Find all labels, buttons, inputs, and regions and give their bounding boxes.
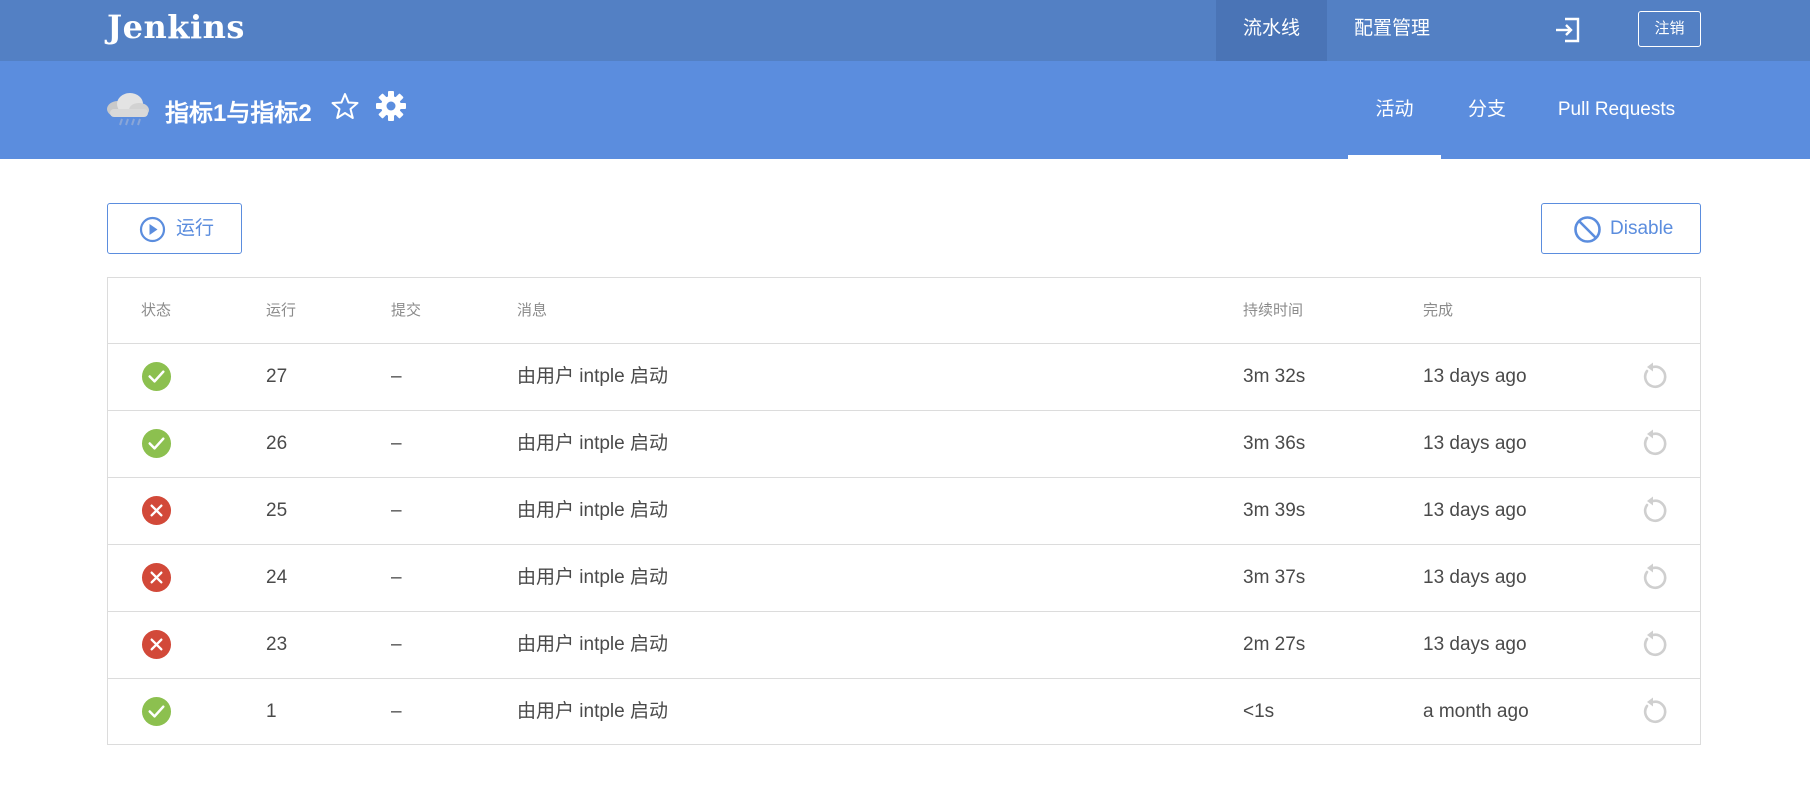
star-outline-icon[interactable] — [330, 91, 360, 121]
success-status-icon — [141, 696, 172, 727]
run-duration: 2m 27s — [1243, 634, 1306, 655]
header-duration: 持续时间 — [1243, 302, 1304, 319]
run-message: 由用户 intple 启动 — [517, 567, 668, 588]
header-run: 运行 — [266, 302, 297, 319]
run-message: 由用户 intple 启动 — [517, 366, 668, 387]
commit-id: – — [391, 701, 402, 722]
table-row[interactable]: 25 – 由用户 intple 启动 3m 39s 13 days ago — [108, 478, 1700, 545]
failure-status-icon — [141, 562, 172, 593]
run-number[interactable]: 27 — [266, 344, 287, 410]
run-message: 由用户 intple 启动 — [517, 433, 668, 454]
run-completed: 13 days ago — [1423, 500, 1527, 521]
active-tab-indicator — [1348, 155, 1441, 159]
header-commit: 提交 — [391, 302, 422, 319]
table-row[interactable]: 24 – 由用户 intple 启动 3m 37s 13 days ago — [108, 545, 1700, 612]
rain-cloud-icon — [107, 93, 149, 126]
table-row[interactable]: 23 – 由用户 intple 启动 2m 27s 13 days ago — [108, 612, 1700, 679]
run-number[interactable]: 25 — [266, 478, 287, 544]
run-duration: 3m 37s — [1243, 567, 1306, 588]
run-number[interactable]: 26 — [266, 411, 287, 477]
table-row[interactable]: 26 – 由用户 intple 启动 3m 36s 13 days ago — [108, 411, 1700, 478]
replay-icon[interactable] — [1638, 496, 1668, 526]
runs-table: 状态 运行 提交 消息 持续时间 完成 27 – 由用户 intple 启动 3m 3… — [107, 277, 1701, 745]
success-status-icon — [141, 361, 172, 392]
table-row[interactable]: 27 – 由用户 intple 启动 3m 32s 13 days ago — [108, 344, 1700, 411]
run-number[interactable]: 24 — [266, 545, 287, 611]
run-button[interactable]: 运行 — [107, 203, 242, 254]
run-message: 由用户 intple 启动 — [517, 701, 668, 722]
logout-button[interactable]: 注销 — [1638, 11, 1701, 47]
run-message: 由用户 intple 启动 — [517, 500, 668, 521]
tab-activity-label: 活动 — [1375, 99, 1414, 120]
run-number[interactable]: 23 — [266, 612, 287, 678]
run-completed: 13 days ago — [1423, 433, 1527, 454]
disable-button-label: Disable — [1610, 218, 1674, 239]
disable-button[interactable]: Disable — [1541, 203, 1701, 254]
table-header: 状态 运行 提交 消息 持续时间 完成 — [108, 278, 1700, 344]
run-button-label: 运行 — [176, 218, 215, 239]
play-circle-icon — [139, 216, 166, 243]
replay-icon[interactable] — [1638, 697, 1668, 727]
run-duration: 3m 39s — [1243, 500, 1306, 521]
header-status: 状态 — [141, 302, 172, 319]
run-message: 由用户 intple 启动 — [517, 634, 668, 655]
commit-id: – — [391, 433, 402, 454]
replay-icon[interactable] — [1638, 630, 1668, 660]
run-duration: 3m 36s — [1243, 433, 1306, 454]
tab-activity[interactable]: 活动 — [1348, 61, 1441, 159]
run-completed: 13 days ago — [1423, 567, 1527, 588]
tab-branches[interactable]: 分支 — [1441, 61, 1533, 159]
pipeline-header: 指标1与指标2 活动 分支 Pull Requests — [0, 61, 1810, 159]
commit-id: – — [391, 634, 402, 655]
commit-id: – — [391, 567, 402, 588]
commit-id: – — [391, 366, 402, 387]
run-completed: a month ago — [1423, 701, 1529, 722]
sign-out-icon[interactable] — [1553, 15, 1583, 45]
jenkins-logo[interactable]: Jenkins — [107, 8, 245, 46]
failure-status-icon — [141, 629, 172, 660]
header-completed: 完成 — [1423, 302, 1454, 319]
ban-icon — [1574, 216, 1601, 243]
nav-administration[interactable]: 配置管理 — [1327, 0, 1457, 61]
nav-pipelines[interactable]: 流水线 — [1216, 0, 1327, 61]
success-status-icon — [141, 428, 172, 459]
table-row[interactable]: 1 – 由用户 intple 启动 <1s a month ago — [108, 679, 1700, 746]
replay-icon[interactable] — [1638, 362, 1668, 392]
header-message: 消息 — [517, 302, 548, 319]
run-completed: 13 days ago — [1423, 634, 1527, 655]
run-number[interactable]: 1 — [266, 679, 277, 745]
commit-id: – — [391, 500, 402, 521]
tab-pull-requests[interactable]: Pull Requests — [1533, 61, 1700, 159]
run-completed: 13 days ago — [1423, 366, 1527, 387]
top-nav-bar: Jenkins 流水线 配置管理 注销 — [0, 0, 1810, 61]
run-duration: <1s — [1243, 701, 1275, 722]
run-duration: 3m 32s — [1243, 366, 1306, 387]
failure-status-icon — [141, 495, 172, 526]
replay-icon[interactable] — [1638, 563, 1668, 593]
gear-icon[interactable] — [375, 90, 407, 122]
pipeline-title: 指标1与指标2 — [165, 100, 312, 127]
replay-icon[interactable] — [1638, 429, 1668, 459]
